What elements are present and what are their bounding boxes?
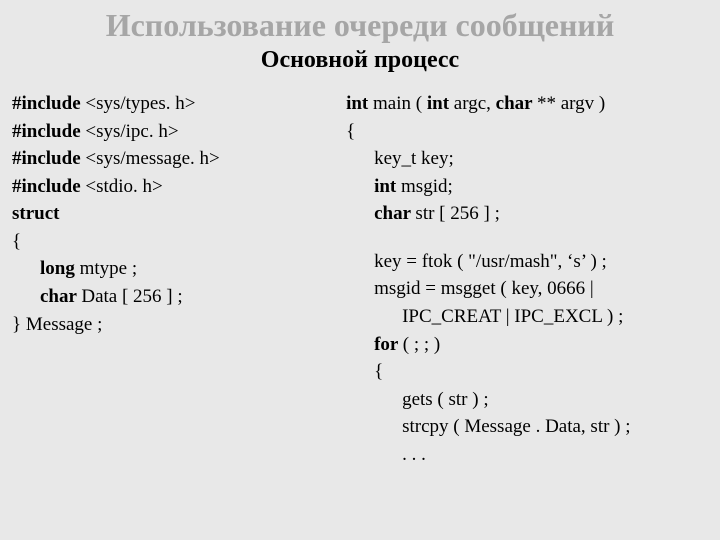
code-text: Data [ 256 ] ; <box>81 286 182 307</box>
code-text: mtype ; <box>80 258 138 279</box>
slide-subtitle: Основной процесс <box>12 47 708 74</box>
code-line: struct <box>12 200 346 228</box>
code-left-column: #include <sys/types. h> #include <sys/ip… <box>12 90 346 468</box>
code-line: msgid = msgget ( key, 0666 | <box>346 275 708 303</box>
include-directive: #include <box>12 121 85 142</box>
code-line: #include <sys/types. h> <box>12 90 346 118</box>
code-line: } Message ; <box>12 311 346 339</box>
include-directive: #include <box>12 93 85 114</box>
slide-title: Использование очереди сообщений <box>12 8 708 43</box>
code-text: str [ 256 ] ; <box>415 203 499 224</box>
code-line: #include <sys/message. h> <box>12 145 346 173</box>
code-line: { <box>346 358 708 386</box>
code-right-column: int main ( int argc, char ** argv ) { ke… <box>346 90 708 468</box>
code-line: key = ftok ( "/usr/mash", ‘s’ ) ; <box>346 248 708 276</box>
include-arg: <sys/types. h> <box>85 93 195 114</box>
include-arg: <stdio. h> <box>85 176 162 197</box>
code-line: { <box>12 228 346 256</box>
code-line: for ( ; ; ) <box>346 331 708 359</box>
keyword: int <box>374 176 401 197</box>
include-directive: #include <box>12 176 85 197</box>
code-line: char Data [ 256 ] ; <box>12 283 346 311</box>
slide: Использование очереди сообщений Основной… <box>0 0 720 540</box>
code-text: ** argv ) <box>537 93 605 114</box>
code-line: int main ( int argc, char ** argv ) <box>346 90 708 118</box>
code-line: char str [ 256 ] ; <box>346 200 708 228</box>
code-text: msgid; <box>401 176 453 197</box>
code-line: IPC_CREAT | IPC_EXCL ) ; <box>346 303 708 331</box>
code-line: . . . <box>346 441 708 469</box>
code-line: gets ( str ) ; <box>346 386 708 414</box>
blank-line <box>346 228 708 248</box>
keyword: long <box>40 258 80 279</box>
keyword: char <box>496 93 537 114</box>
code-line: strcpy ( Message . Data, str ) ; <box>346 413 708 441</box>
code-line: int msgid; <box>346 173 708 201</box>
code-text: ( ; ; ) <box>403 334 440 355</box>
include-arg: <sys/message. h> <box>85 148 219 169</box>
include-arg: <sys/ipc. h> <box>85 121 178 142</box>
code-line: key_t key; <box>346 145 708 173</box>
code-text: main ( <box>373 93 427 114</box>
include-directive: #include <box>12 148 85 169</box>
keyword: int <box>346 93 373 114</box>
keyword: for <box>374 334 403 355</box>
code-line: long mtype ; <box>12 255 346 283</box>
code-text: argc, <box>454 93 496 114</box>
code-columns: #include <sys/types. h> #include <sys/ip… <box>12 90 708 468</box>
code-line: { <box>346 118 708 146</box>
code-line: #include <sys/ipc. h> <box>12 118 346 146</box>
code-line: #include <stdio. h> <box>12 173 346 201</box>
keyword: char <box>40 286 81 307</box>
keyword: int <box>427 93 454 114</box>
keyword: char <box>374 203 415 224</box>
